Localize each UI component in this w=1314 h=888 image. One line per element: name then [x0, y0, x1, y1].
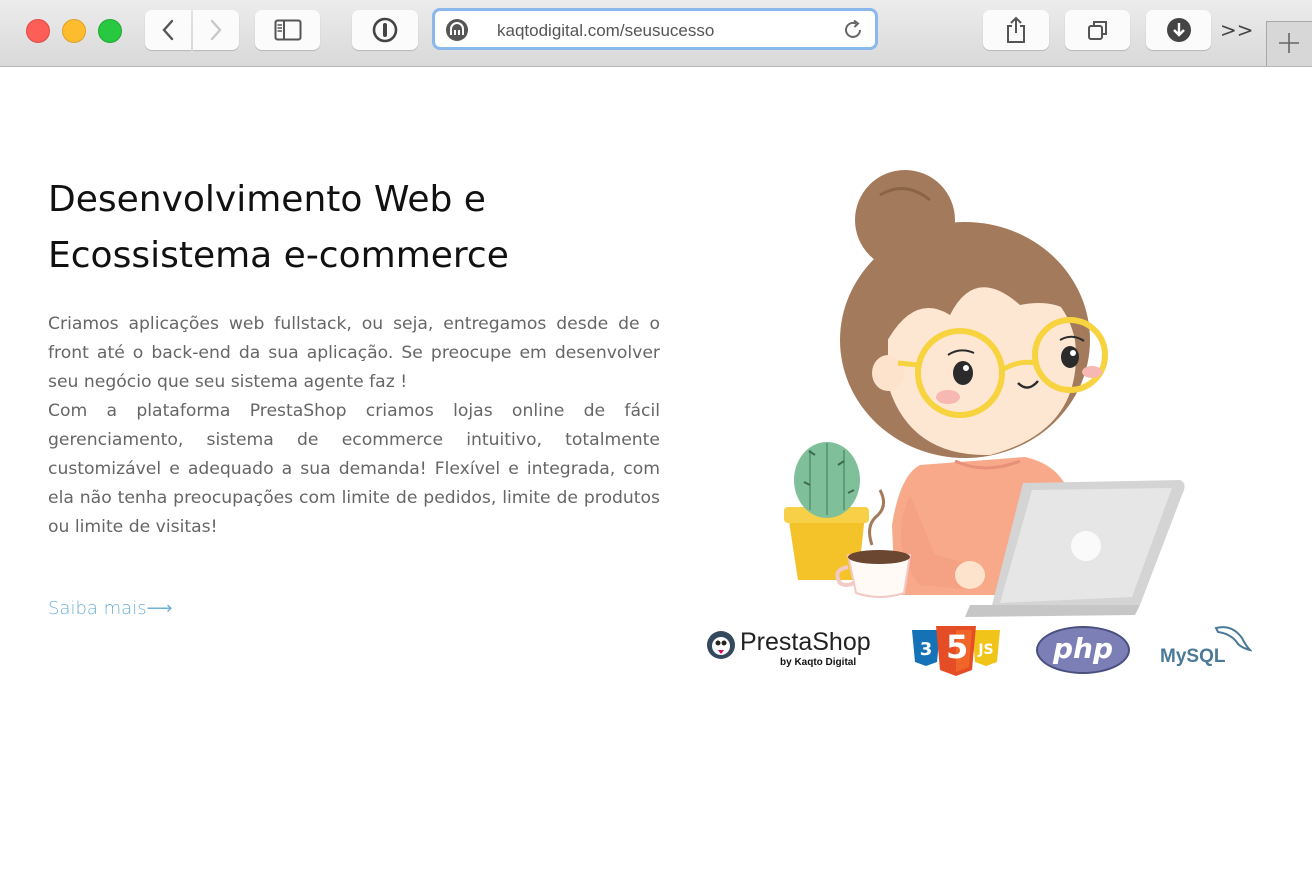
back-button[interactable] [145, 10, 191, 50]
mysql-wordmark: MySQL [1160, 646, 1226, 667]
minimize-window-button[interactable] [62, 19, 86, 43]
php-wordmark: php [1052, 632, 1114, 665]
tabs-icon [1087, 21, 1107, 40]
svg-text:JS: JS [977, 642, 993, 658]
title-line-2: Ecossistema e-commerce [48, 235, 509, 276]
new-tab-button[interactable] [1266, 21, 1312, 66]
girl-laptop-illustration [784, 170, 1185, 617]
sidebar-button[interactable] [255, 10, 320, 50]
php-logo: php [1036, 626, 1130, 674]
password-key-icon [372, 17, 398, 43]
zoom-window-button[interactable] [98, 19, 122, 43]
page-title: Desenvolvimento Web e Ecossistema e-comm… [48, 172, 688, 284]
share-icon [1007, 16, 1025, 43]
site-favicon-icon [446, 19, 468, 41]
prestashop-penguin-icon [707, 631, 735, 659]
prestashop-wordmark: PrestaShop [740, 628, 871, 656]
overflow-chevron-icon[interactable]: >> [1220, 18, 1254, 42]
reload-icon[interactable] [841, 18, 865, 42]
title-line-1: Desenvolvimento Web e [48, 179, 486, 220]
prestashop-logo: PrestaShop by Kaqto Digital [706, 628, 886, 672]
intro-paragraph: Criamos aplicações web fullstack, ou sej… [48, 314, 660, 392]
saiba-mais-link[interactable]: Saiba mais⟶ [48, 598, 172, 619]
share-button[interactable] [983, 10, 1049, 50]
tabs-overview-button[interactable] [1065, 10, 1130, 50]
svg-text:3: 3 [920, 639, 933, 660]
downloads-button[interactable] [1146, 10, 1211, 50]
chevron-left-icon [162, 19, 174, 41]
html5-number: 5 [946, 628, 969, 666]
chevron-right-icon [210, 19, 222, 41]
sidebar-icon [274, 19, 301, 41]
browser-toolbar: kaqtodigital.com/seusucesso >> [0, 0, 1312, 67]
address-bar[interactable]: kaqtodigital.com/seusucesso [432, 8, 878, 50]
mysql-logo: MySQL [1158, 622, 1254, 672]
download-icon [1166, 18, 1191, 42]
prestashop-paragraph: Com a plataforma PrestaShop criamos loja… [48, 401, 660, 537]
plus-icon [1279, 33, 1299, 53]
prestashop-byline: by Kaqto Digital [780, 657, 857, 668]
forward-button[interactable] [193, 10, 239, 50]
password-manager-button[interactable] [352, 10, 418, 50]
close-window-button[interactable] [26, 19, 50, 43]
url-text: kaqtodigital.com/seusucesso [497, 21, 715, 40]
html-css-js-logo: 3 JS 5 [910, 624, 1002, 680]
